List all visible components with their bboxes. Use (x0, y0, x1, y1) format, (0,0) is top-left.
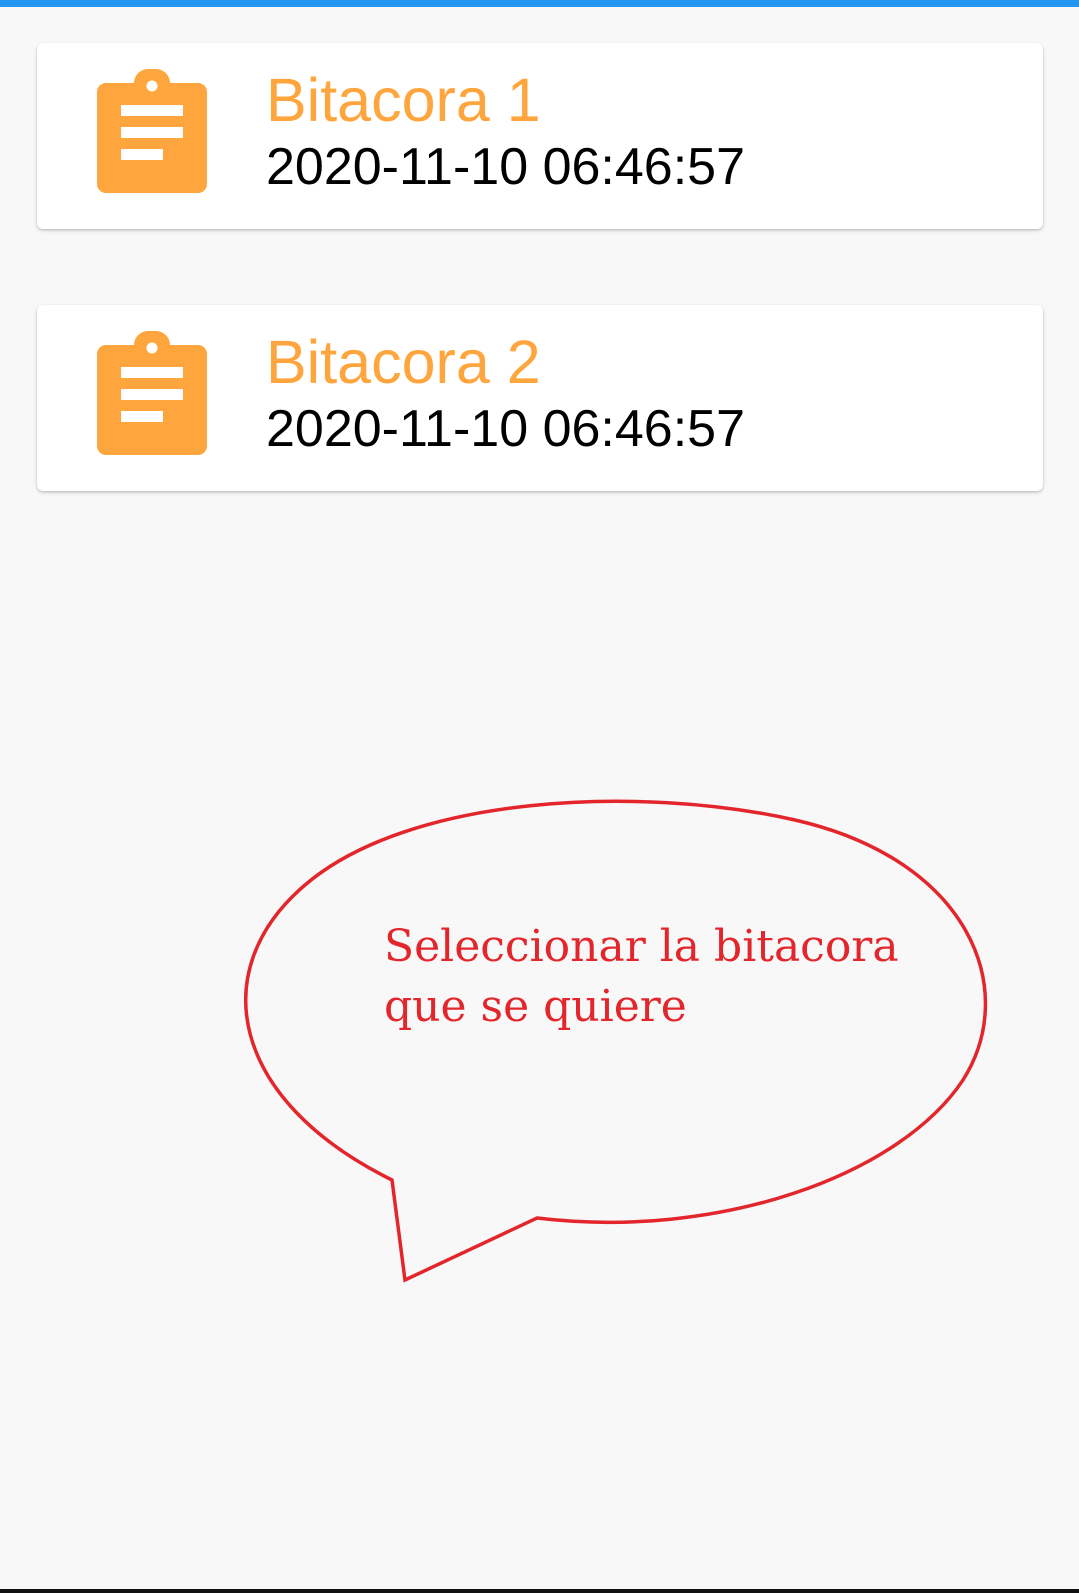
bitacora-title: Bitacora 1 (266, 66, 541, 134)
annotation-line-1: Seleccionar la bitacora (384, 921, 899, 972)
speech-bubble-annotation (244, 799, 988, 1283)
bitacora-date: 2020-11-10 06:46:57 (266, 400, 745, 458)
bitacora-card-2[interactable]: Bitacora 2 2020-11-10 06:46:57 (37, 305, 1043, 491)
clipboard-icon (97, 69, 207, 193)
bottom-edge (0, 1589, 1079, 1593)
status-bar-accent (0, 0, 1079, 7)
bitacora-card-1[interactable]: Bitacora 1 2020-11-10 06:46:57 (37, 43, 1043, 229)
clipboard-icon (97, 331, 207, 455)
bitacora-title: Bitacora 2 (266, 328, 541, 396)
annotation-text: Seleccionar la bitacora que se quiere (384, 917, 904, 1037)
annotation-line-2: que se quiere (384, 981, 687, 1032)
bitacora-date: 2020-11-10 06:46:57 (266, 138, 745, 196)
